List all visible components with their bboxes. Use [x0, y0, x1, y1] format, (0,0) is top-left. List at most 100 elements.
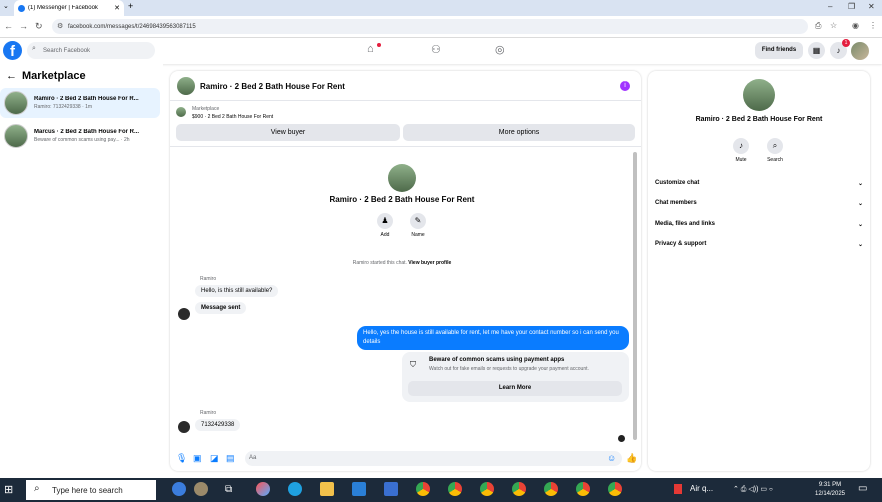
incoming-message[interactable]: Message sent [195, 302, 247, 314]
search-label: Search [767, 157, 783, 163]
listing-price-title[interactable]: $900 · 2 Bed 2 Bath House For Rent [192, 114, 273, 120]
store-icon[interactable] [384, 482, 398, 496]
learn-more-button[interactable]: Learn More [408, 381, 622, 396]
tab-list-icon[interactable]: ⌄ [3, 2, 9, 10]
photo-icon[interactable]: ▣ [193, 453, 202, 464]
minimize-icon[interactable]: – [828, 2, 832, 11]
conversation-item[interactable]: Ramiro · 2 Bed 2 Bath House For R... Ram… [0, 88, 160, 118]
taskbar-search-input[interactable]: ⌕ Type here to search [26, 480, 156, 500]
chrome-icon[interactable] [544, 482, 558, 496]
microphone-icon[interactable]: 🎙 [176, 453, 187, 464]
sticker-icon[interactable]: ◪ [210, 453, 219, 464]
chrome-icon[interactable] [480, 482, 494, 496]
mail-icon[interactable] [352, 482, 366, 496]
sender-avatar[interactable] [178, 421, 190, 433]
browser-menu-icon[interactable]: ⋮ [869, 21, 877, 30]
add-person-icon[interactable]: ♟ [377, 213, 393, 229]
conversation-preview: Beware of common scams using pay... · 2h [34, 137, 130, 143]
chat-scrollbar[interactable] [633, 152, 637, 440]
friends-icon[interactable]: ⚇ [431, 43, 441, 56]
site-info-icon[interactable]: ⚙ [57, 22, 63, 30]
gif-icon[interactable]: ▤ [226, 453, 235, 464]
profile-icon[interactable]: ◉ [852, 21, 859, 30]
home-icon[interactable]: ⌂ [367, 43, 374, 55]
conversation-item[interactable]: Marcus · 2 Bed 2 Bath House For R... Bew… [0, 121, 160, 151]
facebook-favicon-icon [18, 4, 25, 12]
profile-picture[interactable] [388, 164, 416, 192]
listing-thumbnail [4, 124, 28, 148]
back-icon[interactable]: ← [4, 21, 13, 31]
outgoing-message[interactable]: Hello, yes the house is still available … [357, 326, 629, 350]
chat-header-thumbnail[interactable] [177, 77, 195, 95]
section-label: Customize chat [655, 180, 700, 186]
file-explorer-icon[interactable] [320, 482, 334, 496]
view-buyer-profile-link[interactable]: View buyer profile [408, 260, 451, 266]
install-app-icon[interactable]: ⎙ [815, 21, 821, 31]
edge-icon[interactable] [288, 482, 302, 496]
sender-avatar[interactable] [178, 308, 190, 320]
chrome-icon[interactable] [416, 482, 430, 496]
notification-center-icon[interactable]: ▭ [858, 483, 867, 494]
browser-tab[interactable]: (1) Messenger | Facebook ✕ [14, 0, 124, 16]
chevron-down-icon: ⌄ [857, 242, 863, 248]
conversation-title: Ramiro · 2 Bed 2 Bath House For R... [34, 96, 139, 102]
sender-name: Ramiro [200, 410, 217, 416]
mute-label: Mute [735, 157, 747, 163]
incoming-message[interactable]: Hello, is this still available? [195, 285, 279, 297]
info-icon[interactable]: i [620, 81, 630, 91]
listing-thumbnail[interactable] [176, 107, 186, 117]
notification-count-badge: 1 [842, 39, 850, 47]
tab-title: (1) Messenger | Facebook [28, 5, 98, 11]
account-avatar[interactable] [851, 42, 869, 60]
back-arrow-icon[interactable]: ← [6, 70, 17, 82]
weather-widget[interactable]: Air q... [690, 484, 713, 493]
more-options-button[interactable]: More options [403, 124, 635, 141]
search-placeholder: Search Facebook [43, 47, 91, 54]
forward-icon[interactable]: → [19, 21, 28, 31]
air-quality-icon[interactable] [674, 484, 682, 494]
section-chat-members[interactable]: Chat members ⌄ [655, 200, 863, 207]
edit-name-icon[interactable]: ✎ [410, 213, 426, 229]
view-buyer-button[interactable]: View buyer [176, 124, 400, 141]
chrome-icon[interactable] [448, 482, 462, 496]
reload-icon[interactable]: ↻ [35, 21, 43, 32]
search-icon: ⌕ [32, 45, 36, 52]
message-input[interactable]: Aa [245, 451, 622, 466]
conversation-title: Marcus · 2 Bed 2 Bath House For R... [34, 129, 140, 135]
widgets-icon[interactable] [172, 482, 186, 496]
profile-picture[interactable] [743, 79, 775, 111]
system-tray-icons[interactable]: ⌃ ⎙ ◁)) ▭ ⌔ [733, 485, 773, 494]
find-friends-button[interactable]: Find friends [755, 42, 803, 59]
chrome-icon[interactable] [512, 482, 526, 496]
groups-icon[interactable]: ◎ [495, 43, 505, 56]
windows-start-icon[interactable]: ⊞ [4, 483, 13, 496]
section-media-files[interactable]: Media, files and links ⌄ [655, 221, 863, 228]
section-privacy-support[interactable]: Privacy & support ⌄ [655, 241, 863, 248]
bookmark-star-icon[interactable]: ☆ [830, 21, 837, 30]
close-window-icon[interactable]: ✕ [868, 2, 875, 11]
restore-icon[interactable]: ❐ [848, 2, 855, 11]
chrome-icon[interactable] [608, 482, 622, 496]
url-field[interactable]: ⚙ facebook.com/messages/t/24698439563087… [52, 19, 808, 34]
like-thumb-icon[interactable]: 👍 [626, 453, 637, 464]
copilot-icon[interactable] [256, 482, 270, 496]
warning-title: Beware of common scams using payment app… [429, 357, 565, 363]
chrome-icon[interactable] [576, 482, 590, 496]
menu-grid-icon[interactable]: ▦ [808, 42, 825, 59]
task-view-icon[interactable]: ⧉ [225, 484, 232, 495]
chat-title[interactable]: Ramiro · 2 Bed 2 Bath House For Rent [200, 82, 345, 91]
clock-date: 12/14/2025 [814, 491, 846, 497]
game-icon[interactable] [194, 482, 208, 496]
section-customize-chat[interactable]: Customize chat ⌄ [655, 180, 863, 187]
new-tab-button[interactable]: + [128, 1, 133, 11]
close-tab-icon[interactable]: ✕ [114, 4, 120, 12]
facebook-logo-icon[interactable]: f [3, 41, 22, 60]
shield-icon: ⛉ [410, 360, 416, 369]
facebook-search-input[interactable]: ⌕ Search Facebook [27, 42, 155, 59]
divider [170, 100, 641, 101]
emoji-icon[interactable]: ☺ [607, 453, 616, 463]
mute-bell-icon[interactable]: ♪ [733, 138, 749, 154]
taskbar-clock[interactable]: 9:31 PM 12/14/2025 [810, 481, 850, 499]
incoming-message[interactable]: 7132429338 [195, 419, 241, 431]
search-icon[interactable]: ⌕ [767, 138, 783, 154]
